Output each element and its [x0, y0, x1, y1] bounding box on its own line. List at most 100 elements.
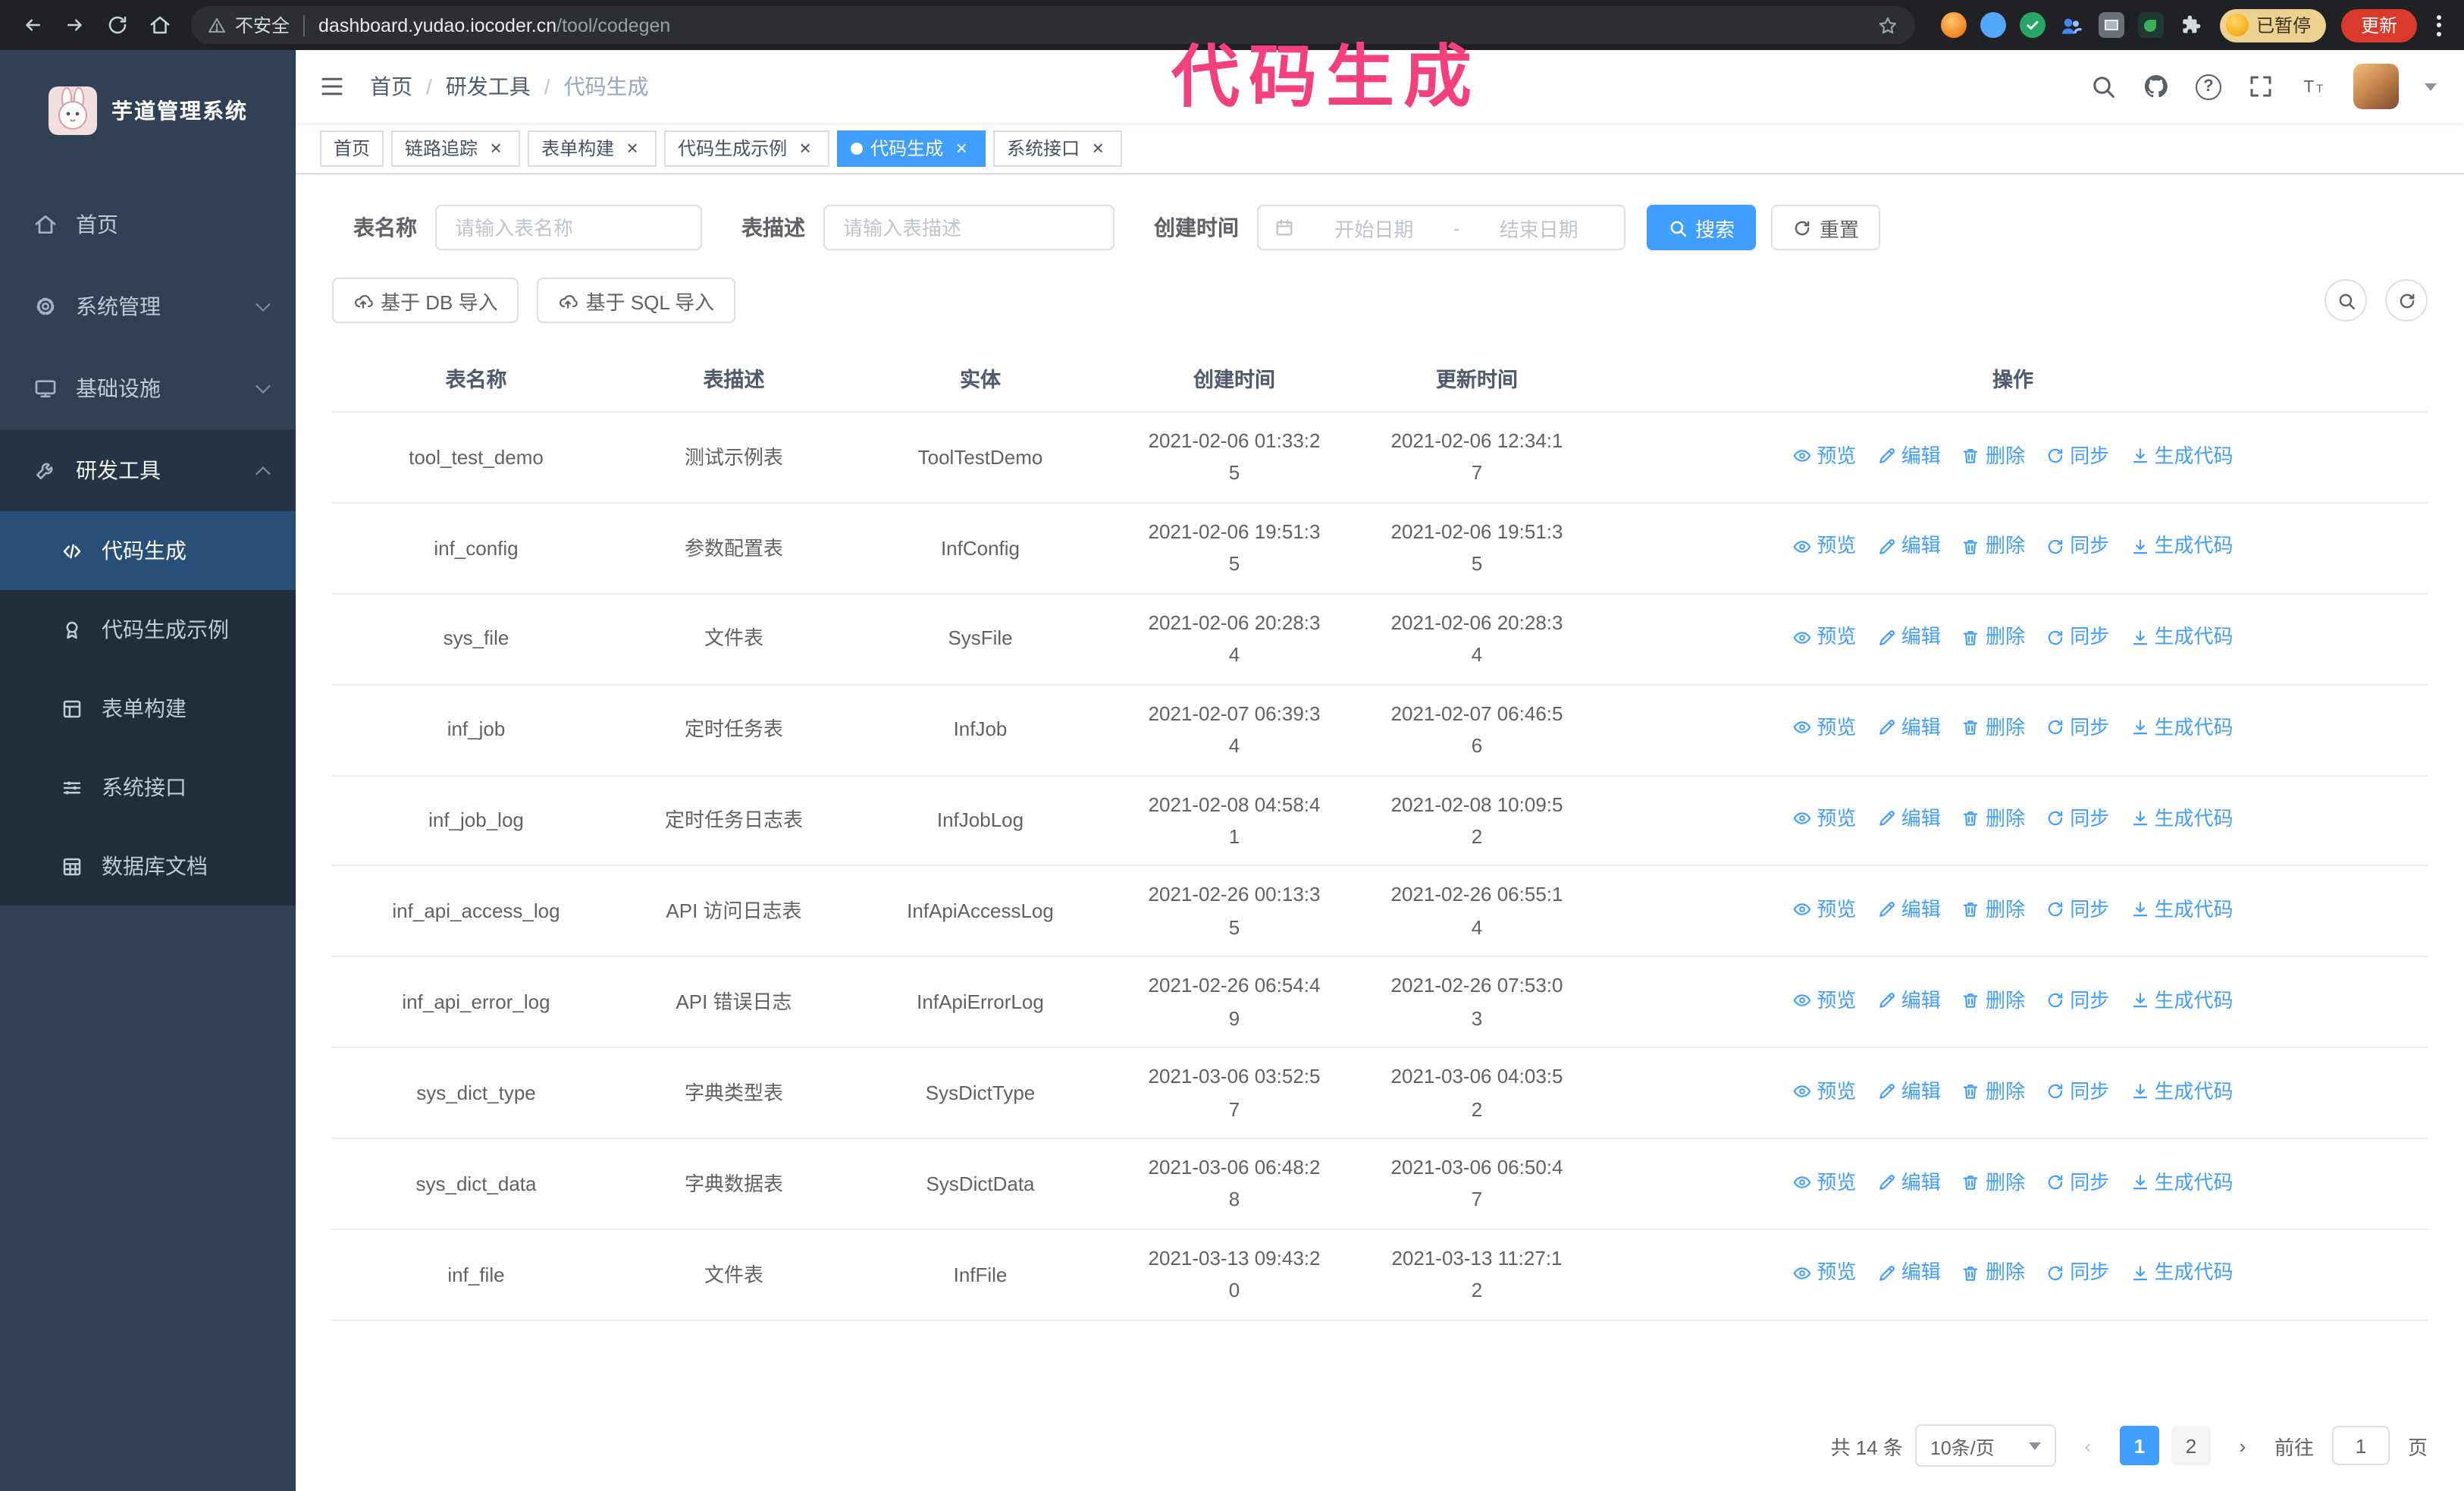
sidebar-item-infra[interactable]: 基础设施: [0, 347, 296, 429]
github-icon[interactable]: [2143, 73, 2170, 100]
user-avatar[interactable]: [2353, 64, 2399, 109]
next-page-button[interactable]: ›: [2223, 1426, 2262, 1465]
generate-code-action[interactable]: 生成代码: [2130, 439, 2234, 472]
sync-action[interactable]: 同步: [2045, 984, 2109, 1017]
toggle-search-button[interactable]: [2324, 279, 2367, 322]
sidebar-item-codegen[interactable]: 代码生成: [0, 511, 296, 590]
preview-action[interactable]: 预览: [1792, 1075, 1856, 1107]
refresh-table-button[interactable]: [2385, 279, 2428, 322]
sidebar-item-api[interactable]: 系统接口: [0, 748, 296, 827]
tab-close-icon[interactable]: ×: [485, 137, 506, 159]
preview-action[interactable]: 预览: [1792, 621, 1856, 654]
view-tab[interactable]: 首页: [320, 130, 384, 166]
browser-home-button[interactable]: [140, 5, 179, 45]
table-name-input[interactable]: [435, 205, 702, 250]
profile-sync-paused-chip[interactable]: 已暂停: [2219, 8, 2326, 42]
search-icon[interactable]: [2089, 73, 2117, 100]
generate-code-action[interactable]: 生成代码: [2130, 893, 2234, 926]
edit-action[interactable]: 编辑: [1877, 802, 1941, 835]
sync-action[interactable]: 同步: [2045, 530, 2109, 563]
sync-action[interactable]: 同步: [2045, 802, 2109, 835]
extension-fox-icon[interactable]: [1940, 12, 1967, 38]
edit-action[interactable]: 编辑: [1877, 621, 1941, 654]
page-size-select[interactable]: 10条/页: [1914, 1424, 2056, 1467]
edit-action[interactable]: 编辑: [1877, 439, 1941, 472]
sync-action[interactable]: 同步: [2045, 711, 2109, 744]
delete-action[interactable]: 删除: [1961, 439, 2025, 472]
sync-action[interactable]: 同步: [2045, 1075, 2109, 1107]
sidebar-toggle-button[interactable]: [318, 73, 346, 100]
edit-action[interactable]: 编辑: [1877, 1257, 1941, 1289]
generate-code-action[interactable]: 生成代码: [2130, 984, 2234, 1017]
goto-page-input[interactable]: [2331, 1426, 2390, 1465]
edit-action[interactable]: 编辑: [1877, 1075, 1941, 1107]
generate-code-action[interactable]: 生成代码: [2130, 1166, 2234, 1198]
breadcrumb-devtools[interactable]: 研发工具: [446, 71, 531, 102]
extension-people-icon[interactable]: [2059, 12, 2085, 38]
preview-action[interactable]: 预览: [1792, 984, 1856, 1017]
preview-action[interactable]: 预览: [1792, 893, 1856, 926]
delete-action[interactable]: 删除: [1961, 802, 2025, 835]
sync-action[interactable]: 同步: [2045, 1166, 2109, 1198]
reset-button[interactable]: 重置: [1771, 205, 1881, 250]
sidebar-item-home[interactable]: 首页: [0, 184, 296, 265]
fullscreen-icon[interactable]: [2247, 73, 2274, 100]
view-tab[interactable]: 表单构建 ×: [528, 130, 657, 166]
sidebar-item-devtools[interactable]: 研发工具: [0, 429, 296, 511]
extensions-puzzle-icon[interactable]: [2177, 12, 2203, 38]
generate-code-action[interactable]: 生成代码: [2130, 1075, 2234, 1107]
help-icon[interactable]: ?: [2196, 74, 2221, 99]
table-desc-input[interactable]: [823, 205, 1114, 250]
preview-action[interactable]: 预览: [1792, 711, 1856, 744]
tab-close-icon[interactable]: ×: [1087, 137, 1108, 159]
preview-action[interactable]: 预览: [1792, 1166, 1856, 1198]
chevron-down-icon[interactable]: [2425, 83, 2437, 90]
edit-action[interactable]: 编辑: [1877, 711, 1941, 744]
extension-leaf-icon[interactable]: [2137, 12, 2164, 38]
bookmark-star-icon[interactable]: [1877, 14, 1898, 36]
sync-action[interactable]: 同步: [2045, 621, 2109, 654]
page-number-button[interactable]: 2: [2171, 1426, 2211, 1465]
sidebar-item-form-builder[interactable]: 表单构建: [0, 669, 296, 748]
delete-action[interactable]: 删除: [1961, 893, 2025, 926]
extension-screenshot-icon[interactable]: [2098, 12, 2124, 38]
delete-action[interactable]: 删除: [1961, 1075, 2025, 1107]
browser-reload-button[interactable]: [97, 5, 136, 45]
sync-action[interactable]: 同步: [2045, 893, 2109, 926]
preview-action[interactable]: 预览: [1792, 530, 1856, 563]
preview-action[interactable]: 预览: [1792, 439, 1856, 472]
delete-action[interactable]: 删除: [1961, 711, 2025, 744]
view-tab[interactable]: 代码生成 ×: [837, 130, 986, 166]
browser-forward-button[interactable]: [55, 5, 94, 45]
preview-action[interactable]: 预览: [1792, 1257, 1856, 1289]
delete-action[interactable]: 删除: [1961, 621, 2025, 654]
sync-action[interactable]: 同步: [2045, 1257, 2109, 1289]
preview-action[interactable]: 预览: [1792, 802, 1856, 835]
browser-menu-icon[interactable]: [2426, 14, 2452, 36]
edit-action[interactable]: 编辑: [1877, 893, 1941, 926]
tab-close-icon[interactable]: ×: [795, 137, 816, 159]
generate-code-action[interactable]: 生成代码: [2130, 1257, 2234, 1289]
generate-code-action[interactable]: 生成代码: [2130, 802, 2234, 835]
generate-code-action[interactable]: 生成代码: [2130, 711, 2234, 744]
browser-back-button[interactable]: [12, 5, 52, 45]
address-bar[interactable]: 不安全 dashboard.yudao.iocoder.cn/tool/code…: [191, 6, 1915, 44]
font-size-icon[interactable]: TT: [2300, 73, 2328, 100]
create-time-range-picker[interactable]: 开始日期 - 结束日期: [1257, 205, 1625, 250]
browser-update-button[interactable]: 更新: [2340, 8, 2417, 42]
view-tab[interactable]: 代码生成示例 ×: [664, 130, 830, 166]
page-number-button[interactable]: 1: [2119, 1426, 2159, 1465]
delete-action[interactable]: 删除: [1961, 1166, 2025, 1198]
extension-check-icon[interactable]: [2019, 12, 2045, 38]
view-tab[interactable]: 链路追踪 ×: [391, 130, 521, 166]
breadcrumb-home[interactable]: 首页: [370, 71, 412, 102]
sync-action[interactable]: 同步: [2045, 439, 2109, 472]
import-db-button[interactable]: 基于 DB 导入: [332, 278, 519, 323]
extension-drop-icon[interactable]: [1980, 12, 2006, 38]
delete-action[interactable]: 删除: [1961, 984, 2025, 1017]
import-sql-button[interactable]: 基于 SQL 导入: [537, 278, 736, 323]
generate-code-action[interactable]: 生成代码: [2130, 530, 2234, 563]
edit-action[interactable]: 编辑: [1877, 530, 1941, 563]
prev-page-button[interactable]: ‹: [2068, 1426, 2108, 1465]
delete-action[interactable]: 删除: [1961, 1257, 2025, 1289]
